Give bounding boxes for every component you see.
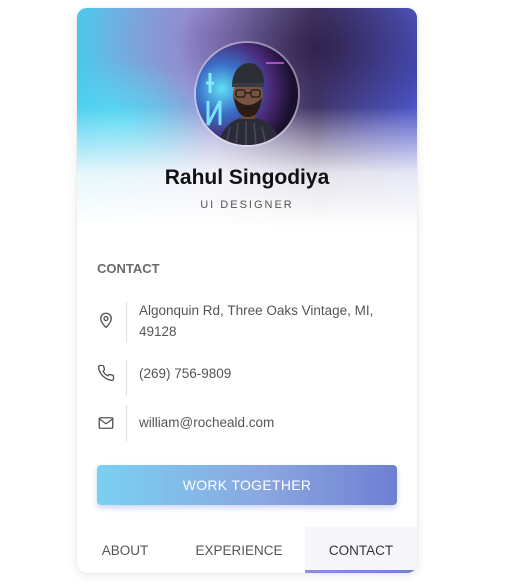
profile-card: Rahul Singodiya UI DESIGNER CONTACT Algo… xyxy=(77,8,417,573)
contact-section-title: CONTACT xyxy=(97,261,160,276)
mail-icon xyxy=(97,414,115,432)
address-line-1: Algonquin Rd, Three Oaks Vintage, MI, xyxy=(139,303,374,318)
contact-phone-row: (269) 756-9809 xyxy=(97,360,397,396)
tab-experience[interactable]: EXPERIENCE xyxy=(173,527,305,573)
tab-about[interactable]: ABOUT xyxy=(77,527,173,573)
avatar xyxy=(196,43,298,145)
location-pin-icon xyxy=(97,311,115,329)
email-text[interactable]: william@rocheald.com xyxy=(139,412,274,433)
profile-name: Rahul Singodiya xyxy=(164,166,330,189)
tab-bar: ABOUT EXPERIENCE CONTACT xyxy=(77,527,417,573)
phone-icon xyxy=(97,364,115,382)
contact-address-row: Algonquin Rd, Three Oaks Vintage, MI, 49… xyxy=(97,300,397,344)
contact-email-row: william@rocheald.com xyxy=(97,405,397,441)
tab-contact[interactable]: CONTACT xyxy=(305,527,417,573)
address-line-2: 49128 xyxy=(139,324,177,339)
address-text: Algonquin Rd, Three Oaks Vintage, MI, 49… xyxy=(139,300,373,342)
phone-text: (269) 756-9809 xyxy=(139,366,232,381)
row-divider xyxy=(126,360,127,396)
profile-role: UI DESIGNER xyxy=(200,199,294,211)
work-together-button[interactable]: WORK TOGETHER xyxy=(97,465,397,505)
row-divider xyxy=(126,302,127,342)
avatar-photo-icon xyxy=(196,43,298,145)
row-divider xyxy=(126,405,127,441)
